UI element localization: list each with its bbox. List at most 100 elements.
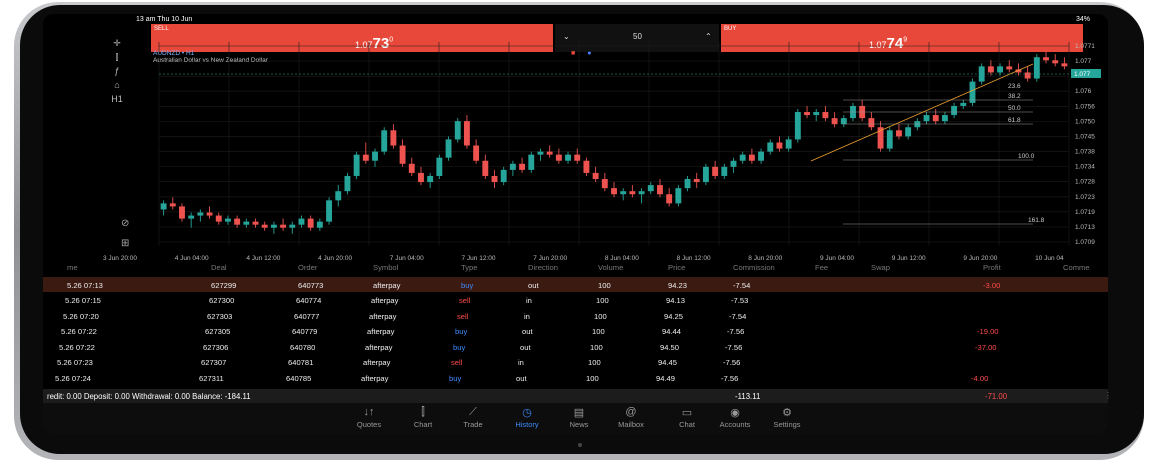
tab-accounts[interactable]: ◉ Accounts xyxy=(709,406,761,429)
candle-body xyxy=(546,151,553,155)
cell-direction: in xyxy=(524,311,530,321)
col-type[interactable]: Type xyxy=(461,263,477,272)
table-row[interactable]: 5.26 07:22 627306 640780 afterpay buy out 100 9… xyxy=(43,339,1108,355)
candle-body xyxy=(555,154,562,161)
col-order[interactable]: Order xyxy=(298,263,317,272)
tab-chart[interactable]: ⫿ Chart xyxy=(397,406,449,429)
candle-body xyxy=(491,175,498,183)
cell-profit: -3.00 xyxy=(983,280,1001,290)
cell-volume: 100 xyxy=(590,342,603,352)
col-direction[interactable]: Direction xyxy=(528,263,558,272)
tab-trade[interactable]: ⟋ Trade xyxy=(447,406,499,429)
cell-deal: 627300 xyxy=(209,296,235,305)
cell-price: 94.50 xyxy=(660,342,680,352)
tab-label: Quotes xyxy=(356,420,382,429)
cell-type: buy xyxy=(449,373,462,383)
col-price[interactable]: Price xyxy=(668,263,685,272)
table-row[interactable]: 5.26 07:22 627305 640779 afterpay buy out 100 9… xyxy=(43,323,1108,339)
col-symbol[interactable]: Symbol xyxy=(373,263,398,272)
candle-body xyxy=(381,130,388,152)
tab-label: Chat xyxy=(679,420,695,429)
tab-settings[interactable]: ⚙ Settings xyxy=(761,406,813,429)
table-row[interactable]: 5.26 07:13 627299 640773 afterpay buy out 100 9… xyxy=(43,276,1108,292)
cell-symbol: afterpay xyxy=(365,342,393,352)
candle-body xyxy=(767,142,774,152)
tab-mailbox[interactable]: @ Mailbox xyxy=(605,406,657,429)
cell-order: 640780 xyxy=(290,342,316,352)
zoom-fit-icon: ⊘ xyxy=(121,218,129,229)
candle-body xyxy=(280,224,287,228)
cell-volume: 100 xyxy=(586,373,599,383)
tab-chat[interactable]: ▭ Chat xyxy=(661,406,713,429)
tab-label: Settings xyxy=(773,420,801,429)
cell-symbol: afterpay xyxy=(369,311,397,321)
candle-body xyxy=(537,151,544,155)
col-comment[interactable]: Comme xyxy=(1063,263,1090,272)
cell-volume: 100 xyxy=(588,358,601,367)
table-header: me Deal Order Symbol Type Direction Volu… xyxy=(43,261,1108,277)
candle-body xyxy=(463,121,470,146)
table-row[interactable]: 5.26 07:23 627307 640781 afterpay sell in 100 9… xyxy=(43,354,1108,370)
candle-body xyxy=(307,218,314,228)
cell-direction: in xyxy=(526,296,532,305)
candle-body xyxy=(1024,72,1031,79)
y-tick-label: 1.076 xyxy=(1075,88,1092,95)
camera-dot xyxy=(578,443,582,447)
candle-body xyxy=(905,127,912,137)
tab-news[interactable]: ▤ News xyxy=(553,406,605,429)
candle-body xyxy=(1043,57,1049,61)
candle-body xyxy=(500,169,507,183)
candle-body xyxy=(270,224,277,228)
tab-history[interactable]: ◷ History xyxy=(501,406,553,429)
candle-body xyxy=(666,194,673,204)
price-chart[interactable]: 1.07711.0771.0761.0761.07561.07501.07451… xyxy=(103,36,1108,262)
col-commission[interactable]: Commission xyxy=(733,263,775,272)
tab-label: History xyxy=(515,420,539,429)
candle-body xyxy=(997,66,1004,73)
candle-body xyxy=(509,163,516,170)
history-table: me Deal Order Symbol Type Direction Volu… xyxy=(43,261,1108,401)
tab-label: News xyxy=(569,420,589,429)
candle-body xyxy=(528,154,535,170)
candle-body xyxy=(234,218,241,225)
col-profit[interactable]: Profit xyxy=(983,263,1001,272)
candle-body xyxy=(206,212,213,216)
col-volume[interactable]: Volume xyxy=(598,263,623,272)
col-swap[interactable]: Swap xyxy=(871,263,890,272)
col-deal[interactable]: Deal xyxy=(211,263,227,272)
candle-body xyxy=(629,191,636,195)
candle-body xyxy=(951,105,958,116)
cell-direction: in xyxy=(518,358,524,367)
candle-body xyxy=(693,179,700,183)
candle-body xyxy=(712,166,719,176)
y-tick-label: 1.0709 xyxy=(1075,239,1095,246)
cell-time: 5.26 07:23 xyxy=(57,358,93,367)
col-fee[interactable]: Fee xyxy=(815,263,828,272)
table-row[interactable]: 5.26 07:24 627311 640785 afterpay buy out 100 9… xyxy=(43,370,1108,386)
cell-type: sell xyxy=(459,296,471,305)
cell-order: 640774 xyxy=(296,296,322,305)
candle-body xyxy=(776,142,783,149)
candle-body xyxy=(748,154,755,161)
fib-label: 23.6 xyxy=(1008,83,1021,90)
candle-body xyxy=(730,160,737,167)
y-tick-label: 1.0723 xyxy=(1075,194,1095,201)
cell-commission: -7.54 xyxy=(729,311,747,321)
cell-deal: 627311 xyxy=(199,373,224,383)
table-row[interactable]: 5.26 07:20 627303 640777 afterpay sell in 100 9… xyxy=(43,308,1108,324)
candle-body xyxy=(298,218,305,225)
col-time[interactable]: me xyxy=(67,263,78,272)
tab-quotes[interactable]: ↓↑ Quotes xyxy=(343,406,395,429)
cell-volume: 100 xyxy=(594,311,607,321)
cell-type: buy xyxy=(455,327,468,336)
cell-symbol: afterpay xyxy=(361,373,389,383)
candle-body xyxy=(831,118,838,125)
summary-text: redit: 0.00 Deposit: 0.00 Withdrawal: 0.… xyxy=(47,392,251,401)
cell-volume: 100 xyxy=(592,327,605,336)
cell-direction: out xyxy=(522,327,533,336)
candle-body xyxy=(969,81,976,103)
current-price-label: 1.077 xyxy=(1074,71,1091,78)
screen: 13 am Thu 10 Jun 34% SELL 1.07730 ⌄ 50 ⌃… xyxy=(43,14,1108,434)
table-row[interactable]: 5.26 07:15 627300 640774 afterpay sell in 100 9… xyxy=(43,292,1108,308)
candle-body xyxy=(372,151,378,161)
